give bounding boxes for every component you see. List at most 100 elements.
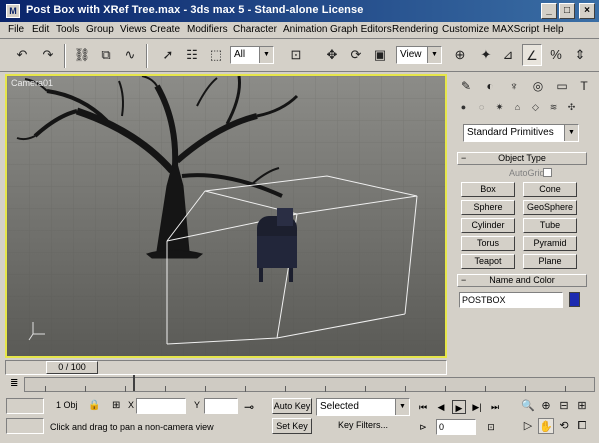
modify-tab-icon[interactable]: ◐ xyxy=(479,76,501,96)
plane-button[interactable]: Plane xyxy=(523,254,577,269)
menu-views[interactable]: Views xyxy=(120,24,147,35)
track-bar[interactable] xyxy=(24,375,595,392)
helpers-icon[interactable]: ◇ xyxy=(527,100,544,115)
key-filters-button[interactable]: Key Filters... xyxy=(316,418,410,434)
menu-maxscript[interactable]: MAXScript xyxy=(492,24,539,35)
zoom-icon[interactable]: 🔍 xyxy=(520,398,536,414)
minimize-button[interactable]: _ xyxy=(541,3,557,19)
arc-rotate-icon[interactable]: ⟲ xyxy=(556,418,572,434)
zoom-extents-icon[interactable]: ⊟ xyxy=(556,398,572,414)
set-key-button[interactable]: Set Key xyxy=(272,418,312,434)
select-and-scale-icon[interactable]: ▣ xyxy=(370,44,390,66)
cylinder-button[interactable]: Cylinder xyxy=(461,218,515,233)
time-configuration-icon[interactable]: ⊡ xyxy=(484,420,498,434)
spinner-snap-icon[interactable]: ⇕ xyxy=(570,44,590,66)
maximize-viewport-icon[interactable]: ⧠ xyxy=(574,418,590,434)
object-type-rollout[interactable]: − Object Type xyxy=(457,152,587,165)
go-to-start-icon[interactable]: ⏮ xyxy=(416,400,430,414)
tube-button[interactable]: Tube xyxy=(523,218,577,233)
autogrid-checkbox[interactable] xyxy=(543,168,552,177)
current-frame-field[interactable]: 0 xyxy=(436,419,476,435)
pan-view-icon[interactable]: ✋ xyxy=(538,418,554,434)
select-and-rotate-icon[interactable]: ⟳ xyxy=(346,44,366,66)
utilities-tab-icon[interactable]: T xyxy=(573,76,595,96)
menu-help[interactable]: Help xyxy=(543,24,564,35)
teapot-button[interactable]: Teapot xyxy=(461,254,515,269)
menu-create[interactable]: Create xyxy=(150,24,180,35)
object-name-field[interactable]: POSTBOX xyxy=(459,292,563,308)
key-mode-toggle-icon[interactable]: ⊳ xyxy=(416,420,430,434)
display-tab-icon[interactable]: ▭ xyxy=(551,76,573,96)
primitive-category-dropdown[interactable]: Standard Primitives ▼ xyxy=(463,124,579,142)
bind-to-space-warp-icon[interactable]: ∿ xyxy=(120,44,140,66)
menu-tools[interactable]: Tools xyxy=(56,24,79,35)
title-bar[interactable]: M Post Box with XRef Tree.max - 3ds max … xyxy=(0,0,599,22)
auto-key-button[interactable]: Auto Key xyxy=(272,398,312,414)
maxscript-mini-listener[interactable] xyxy=(6,418,44,434)
select-and-link-icon[interactable]: ⛓ xyxy=(72,44,92,66)
lights-icon[interactable]: ✷ xyxy=(491,100,508,115)
reference-coordinate-dropdown[interactable]: View ▼ xyxy=(396,46,442,64)
time-slider[interactable]: 0 / 100 xyxy=(5,360,447,375)
key-set-dropdown[interactable]: Selected ▼ xyxy=(316,398,410,416)
shapes-icon[interactable]: ◌ xyxy=(473,100,490,115)
menu-animation[interactable]: Animation xyxy=(283,24,327,35)
mini-curve-editor-icon[interactable]: ≣ xyxy=(10,378,18,389)
time-slider-thumb[interactable]: 0 / 100 xyxy=(46,361,98,374)
menu-customize[interactable]: Customize xyxy=(442,24,489,35)
redo-icon[interactable]: ↷ xyxy=(38,44,58,66)
object-color-swatch[interactable] xyxy=(569,292,580,307)
play-animation-icon[interactable]: ▶ xyxy=(452,400,466,414)
box-button[interactable]: Box xyxy=(461,182,515,197)
angle-snap-icon[interactable]: ∠ xyxy=(522,44,542,66)
x-coordinate-field[interactable] xyxy=(136,398,186,414)
window-crossing-icon[interactable]: ⊡ xyxy=(286,44,306,66)
menu-character[interactable]: Character xyxy=(233,24,277,35)
menu-rendering[interactable]: Rendering xyxy=(392,24,438,35)
torus-button[interactable]: Torus xyxy=(461,236,515,251)
space-warps-icon[interactable]: ≋ xyxy=(545,100,562,115)
pyramid-button[interactable]: Pyramid xyxy=(523,236,577,251)
go-to-end-icon[interactable]: ⏭ xyxy=(488,400,502,414)
percent-snap-icon[interactable]: % xyxy=(546,44,566,66)
systems-icon[interactable]: ✣ xyxy=(563,100,580,115)
camera-viewport[interactable]: Camera01 xyxy=(5,74,447,358)
sphere-button[interactable]: Sphere xyxy=(461,200,515,215)
field-of-view-icon[interactable]: ▷ xyxy=(520,418,536,434)
selection-filter-dropdown[interactable]: All ▼ xyxy=(230,46,274,64)
zoom-extents-all-icon[interactable]: ⊞ xyxy=(574,398,590,414)
rectangular-selection-icon[interactable]: ⬚ xyxy=(206,44,226,66)
select-by-name-icon[interactable]: ☷ xyxy=(182,44,202,66)
geometry-icon[interactable]: ● xyxy=(455,100,472,115)
hierarchy-tab-icon[interactable]: ♆ xyxy=(503,76,525,96)
undo-icon[interactable]: ↶ xyxy=(12,44,32,66)
maxscript-listener[interactable] xyxy=(6,398,44,414)
motion-tab-icon[interactable]: ◎ xyxy=(527,76,549,96)
cone-button[interactable]: Cone xyxy=(523,182,577,197)
menu-group[interactable]: Group xyxy=(86,24,114,35)
select-object-icon[interactable]: ➚ xyxy=(158,44,178,66)
previous-frame-icon[interactable]: ◀ xyxy=(434,400,448,414)
pivot-point-center-icon[interactable]: ⊕ xyxy=(450,44,470,66)
zoom-all-icon[interactable]: ⊕ xyxy=(538,398,554,414)
menu-modifiers[interactable]: Modifiers xyxy=(187,24,228,35)
select-and-move-icon[interactable]: ✥ xyxy=(322,44,342,66)
maximize-button[interactable]: □ xyxy=(559,3,575,19)
menu-file[interactable]: File xyxy=(8,24,24,35)
cameras-icon[interactable]: ⌂ xyxy=(509,100,526,115)
key-mode-icon[interactable]: ⊸ xyxy=(244,400,254,414)
unlink-selection-icon[interactable]: ⧉ xyxy=(96,44,116,66)
menu-edit[interactable]: Edit xyxy=(32,24,49,35)
menu-graph-editors[interactable]: Graph Editors xyxy=(330,24,392,35)
select-and-manipulate-icon[interactable]: ✦ xyxy=(476,44,496,66)
geosphere-button[interactable]: GeoSphere xyxy=(523,200,577,215)
absolute-mode-icon[interactable]: ⊞ xyxy=(112,400,120,411)
snap-toggle-icon[interactable]: ⊿ xyxy=(498,44,518,66)
create-tab-icon[interactable]: ✎ xyxy=(455,76,477,96)
y-coordinate-field[interactable] xyxy=(204,398,238,414)
close-button[interactable]: × xyxy=(579,3,595,19)
lock-selection-icon[interactable]: 🔒 xyxy=(88,400,100,411)
next-frame-icon[interactable]: ▶| xyxy=(470,400,484,414)
name-and-color-rollout[interactable]: − Name and Color xyxy=(457,274,587,287)
app-icon[interactable]: M xyxy=(6,4,20,18)
